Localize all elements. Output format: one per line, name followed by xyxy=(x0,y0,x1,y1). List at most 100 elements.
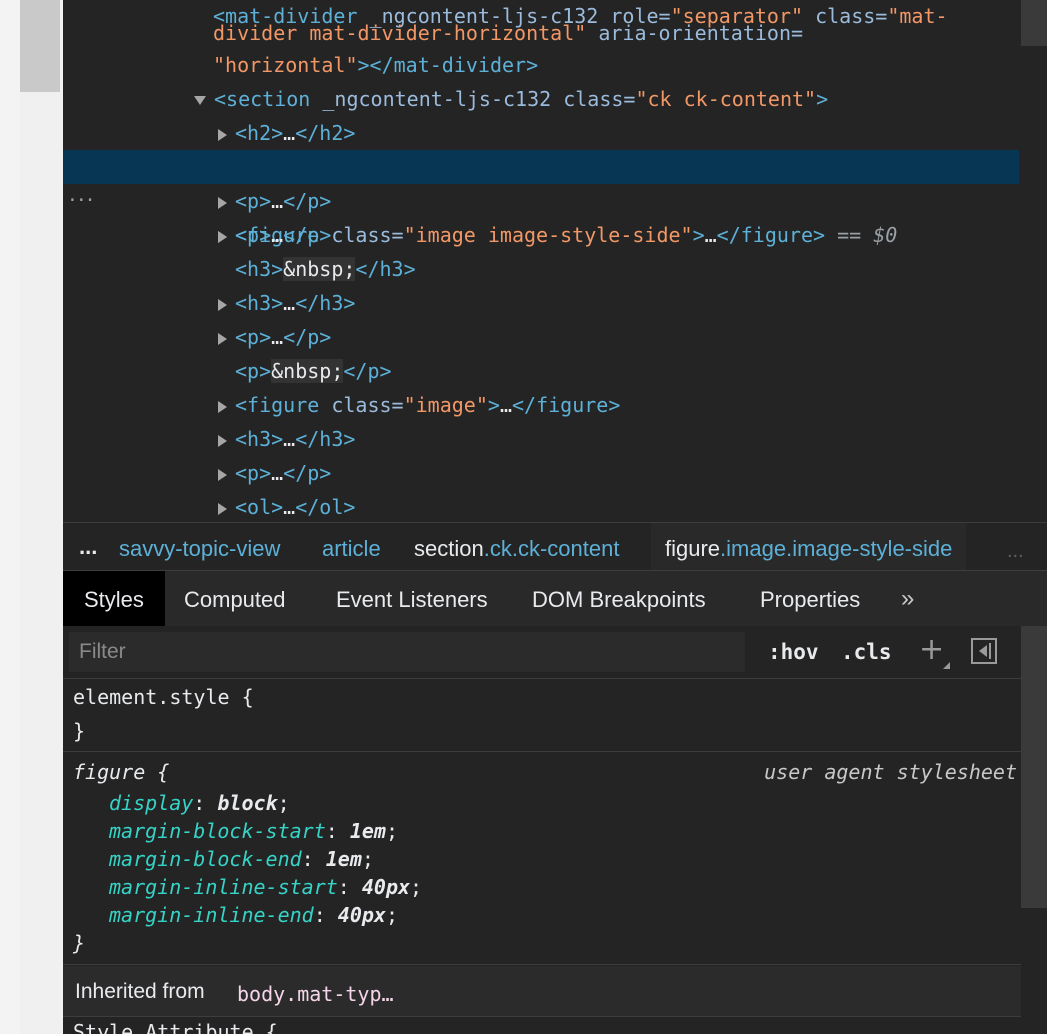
declaration-margin-inline-end[interactable]: margin-inline-end: 40px; xyxy=(109,901,398,929)
tab-properties[interactable]: Properties xyxy=(760,571,860,626)
styles-scrollbar-thumb[interactable] xyxy=(1021,626,1047,908)
inherited-from-section: Inherited from body.mat-typ… xyxy=(63,966,1021,1017)
ellipsis: … xyxy=(283,427,296,451)
tag-open: <p> xyxy=(235,325,272,349)
expand-triangle-icon[interactable] xyxy=(218,128,227,141)
css-property: margin-block-end xyxy=(109,847,302,871)
rule-selector[interactable]: figure { xyxy=(73,758,169,786)
dom-line-mat-divider-cont[interactable]: divider mat-divider-horizontal" aria-ori… xyxy=(213,16,1047,50)
declaration-margin-block-start[interactable]: margin-block-start: 1em; xyxy=(109,817,398,845)
styles-scrollbar[interactable] xyxy=(1021,626,1047,1034)
tag-close: </ol> xyxy=(295,495,356,519)
dom-line-h3[interactable]: <h3>…</h3> xyxy=(218,422,1047,456)
dom-line-p[interactable]: <p>…</p> xyxy=(218,184,1047,218)
more-options-icon[interactable]: ··· xyxy=(67,184,95,218)
tab-dom-breakpoints[interactable]: DOM Breakpoints xyxy=(532,571,706,626)
collapse-triangle-icon[interactable] xyxy=(194,96,206,105)
figure-rule: figure { user agent stylesheet display: … xyxy=(63,752,1021,965)
breadcrumb-classes: .image.image-style-side xyxy=(720,536,953,561)
ellipsis: … xyxy=(283,121,296,145)
breadcrumb-item-savvy-topic-view[interactable]: savvy-topic-view xyxy=(119,523,280,571)
rule-source: user agent stylesheet xyxy=(764,760,1017,784)
elements-dom-tree: <mat-divider _ngcontent-ljs-c132 role="s… xyxy=(63,0,1047,522)
dom-scrollbar[interactable] xyxy=(1021,0,1047,522)
css-value: 40px xyxy=(337,903,386,927)
attr-value: divider mat-divider-horizontal" xyxy=(213,21,587,45)
declaration-display[interactable]: display: block; xyxy=(109,789,290,817)
tag-open: <p> xyxy=(235,461,272,485)
expand-triangle-icon[interactable] xyxy=(218,434,227,447)
declaration-margin-block-end[interactable]: margin-block-end: 1em; xyxy=(109,845,374,873)
tag-close: </h2> xyxy=(295,121,356,145)
more-tabs-chevron-icon[interactable]: » xyxy=(901,571,914,626)
dom-line-h3[interactable]: <h3>…</h3> xyxy=(218,286,1047,320)
tag-mid: > xyxy=(487,393,500,417)
toggle-sidebar-icon[interactable] xyxy=(971,638,997,664)
dom-line-figure[interactable]: <figure class="image">…</figure> xyxy=(218,388,1047,422)
css-property: display xyxy=(109,791,194,815)
tag-open: <h2> xyxy=(235,121,284,145)
attr-name: class= xyxy=(319,393,404,417)
expand-triangle-icon[interactable] xyxy=(218,332,227,345)
breadcrumb-item-section[interactable]: section.ck.ck-content xyxy=(414,523,619,571)
new-style-rule-menu-corner-icon[interactable] xyxy=(943,662,950,669)
expand-triangle-icon[interactable] xyxy=(218,196,227,209)
tag-close: </h3> xyxy=(355,257,416,281)
dom-line-section[interactable]: <section _ngcontent-ljs-c132 class="ck c… xyxy=(194,82,1047,116)
expand-triangle-icon[interactable] xyxy=(218,230,227,243)
hov-button[interactable]: :hov xyxy=(768,632,819,672)
filter-input[interactable] xyxy=(69,632,745,672)
dom-line-figure-selected[interactable]: ··· <figure class="image image-style-sid… xyxy=(63,150,1019,247)
dom-scrollbar-thumb[interactable] xyxy=(1021,0,1047,46)
dom-line-h3-nbsp[interactable]: <h3>&nbsp;</h3> xyxy=(235,252,1047,286)
dom-line-p[interactable]: <p>…</p> xyxy=(218,320,1047,354)
dom-line-p-nbsp[interactable]: <p>&nbsp;</p> xyxy=(235,354,1047,388)
new-style-rule-plus-icon[interactable]: + xyxy=(919,630,944,670)
breadcrumb-more-left[interactable]: ... xyxy=(79,523,97,571)
expand-triangle-icon[interactable] xyxy=(218,468,227,481)
cls-button[interactable]: .cls xyxy=(841,632,892,672)
inherited-selector-link[interactable]: body.mat-typ… xyxy=(237,966,394,1022)
page-scroll-track xyxy=(20,0,60,1034)
expand-triangle-icon[interactable] xyxy=(218,400,227,413)
rule-close: } xyxy=(73,931,86,955)
dom-line-h2[interactable]: <h2>…</h2> xyxy=(218,116,1047,150)
attr-name: _ngcontent-ljs-c132 xyxy=(310,87,552,111)
tag-close: </p> xyxy=(283,189,332,213)
rule-open: { xyxy=(145,760,170,784)
tag-close: </h3> xyxy=(295,427,356,451)
css-value: 1em xyxy=(325,847,362,871)
breadcrumb-classes: .ck.ck-content xyxy=(483,536,620,561)
dom-line-p[interactable]: <p>…</p> xyxy=(218,218,1047,252)
tag-open: <section xyxy=(214,87,311,111)
dom-line-p[interactable]: <p>…</p> xyxy=(218,456,1047,490)
tag-open: <h3> xyxy=(235,257,284,281)
attr-name: aria-orientation= xyxy=(586,21,804,45)
dom-line-mat-divider-end[interactable]: "horizontal"></mat-divider> xyxy=(213,48,1047,82)
page-scrollbar-thumb[interactable] xyxy=(20,0,60,92)
breadcrumb-item-article[interactable]: article xyxy=(322,523,381,571)
ellipsis: … xyxy=(271,325,284,349)
breadcrumb: ... savvy-topic-view article section.ck.… xyxy=(63,522,1047,571)
breadcrumb-tag: section xyxy=(414,536,484,561)
dom-line-ol[interactable]: <ol>…</ol> xyxy=(218,490,1047,522)
css-value: 40px xyxy=(361,875,411,899)
expand-triangle-icon[interactable] xyxy=(218,298,227,311)
attr-value: "ck ck-content" xyxy=(635,87,817,111)
toggle-bar xyxy=(989,643,991,659)
attr-value: "image" xyxy=(403,393,488,417)
rule-selector[interactable]: element.style { xyxy=(73,683,254,711)
css-value: 1em xyxy=(349,819,386,843)
expand-triangle-icon[interactable] xyxy=(218,502,227,515)
page-edge xyxy=(0,0,20,1034)
tag-close: </p> xyxy=(283,461,332,485)
declaration-margin-inline-start[interactable]: margin-inline-start: 40px; xyxy=(109,873,422,901)
breadcrumb-tag: figure xyxy=(665,536,721,561)
css-property: margin-inline-end xyxy=(109,903,314,927)
tab-event-listeners[interactable]: Event Listeners xyxy=(336,571,488,626)
attr-value: "horizontal" xyxy=(213,53,358,77)
tab-styles[interactable]: Styles xyxy=(63,571,165,626)
breadcrumb-item-figure[interactable]: figure.image.image-style-side xyxy=(651,523,967,571)
ellipsis: … xyxy=(271,189,284,213)
tab-computed[interactable]: Computed xyxy=(184,571,286,626)
